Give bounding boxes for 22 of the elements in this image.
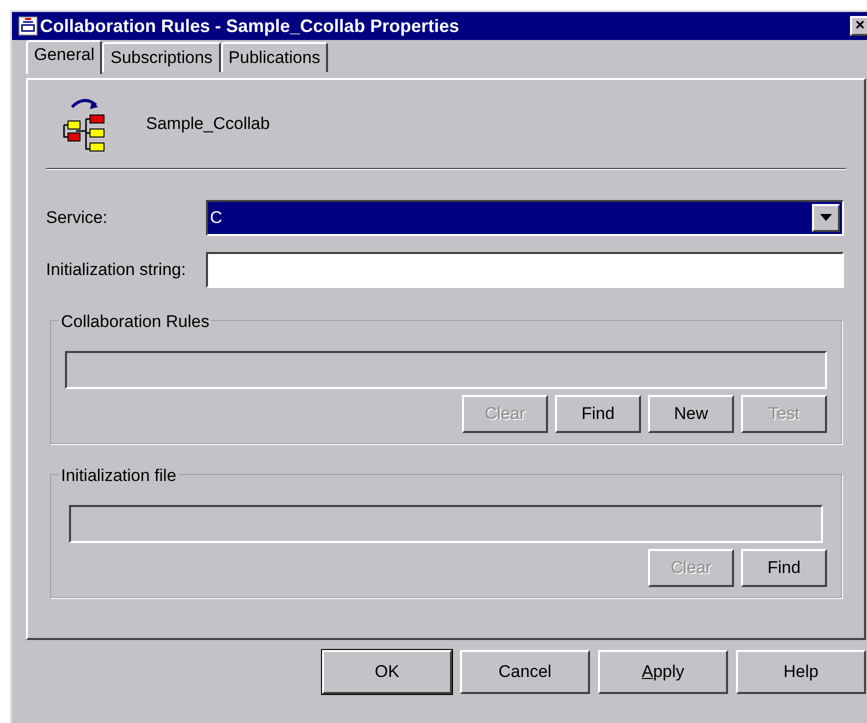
path-field[interactable] [69,505,823,543]
dropdown-value: C [210,207,222,230]
app-icon [18,16,38,36]
tab[interactable]: Publications [220,42,328,72]
push-button[interactable]: Find [741,549,827,587]
collaboration-name: Sample_Ccollab [146,113,270,136]
tab[interactable]: General [26,40,102,74]
push-button[interactable]: New [648,395,734,433]
dialog-button[interactable]: Help [736,650,866,694]
close-button[interactable]: × [850,16,867,36]
caret-icon [820,214,832,222]
push-button[interactable]: Find [555,395,641,433]
dialog-button[interactable]: Cancel [460,650,590,694]
dialog-button[interactable]: OK [322,650,452,694]
service-dropdown[interactable]: C [206,200,844,236]
dialog-button[interactable]: Apply [598,650,728,694]
field-label: Service: [46,207,108,230]
tab[interactable]: Subscriptions [102,42,221,72]
text-input[interactable] [206,252,844,288]
window-title: Collaboration Rules - Sample_Ccollab Properties [40,14,460,38]
path-field[interactable] [65,351,827,389]
field-label: Initialization string: [46,259,187,282]
